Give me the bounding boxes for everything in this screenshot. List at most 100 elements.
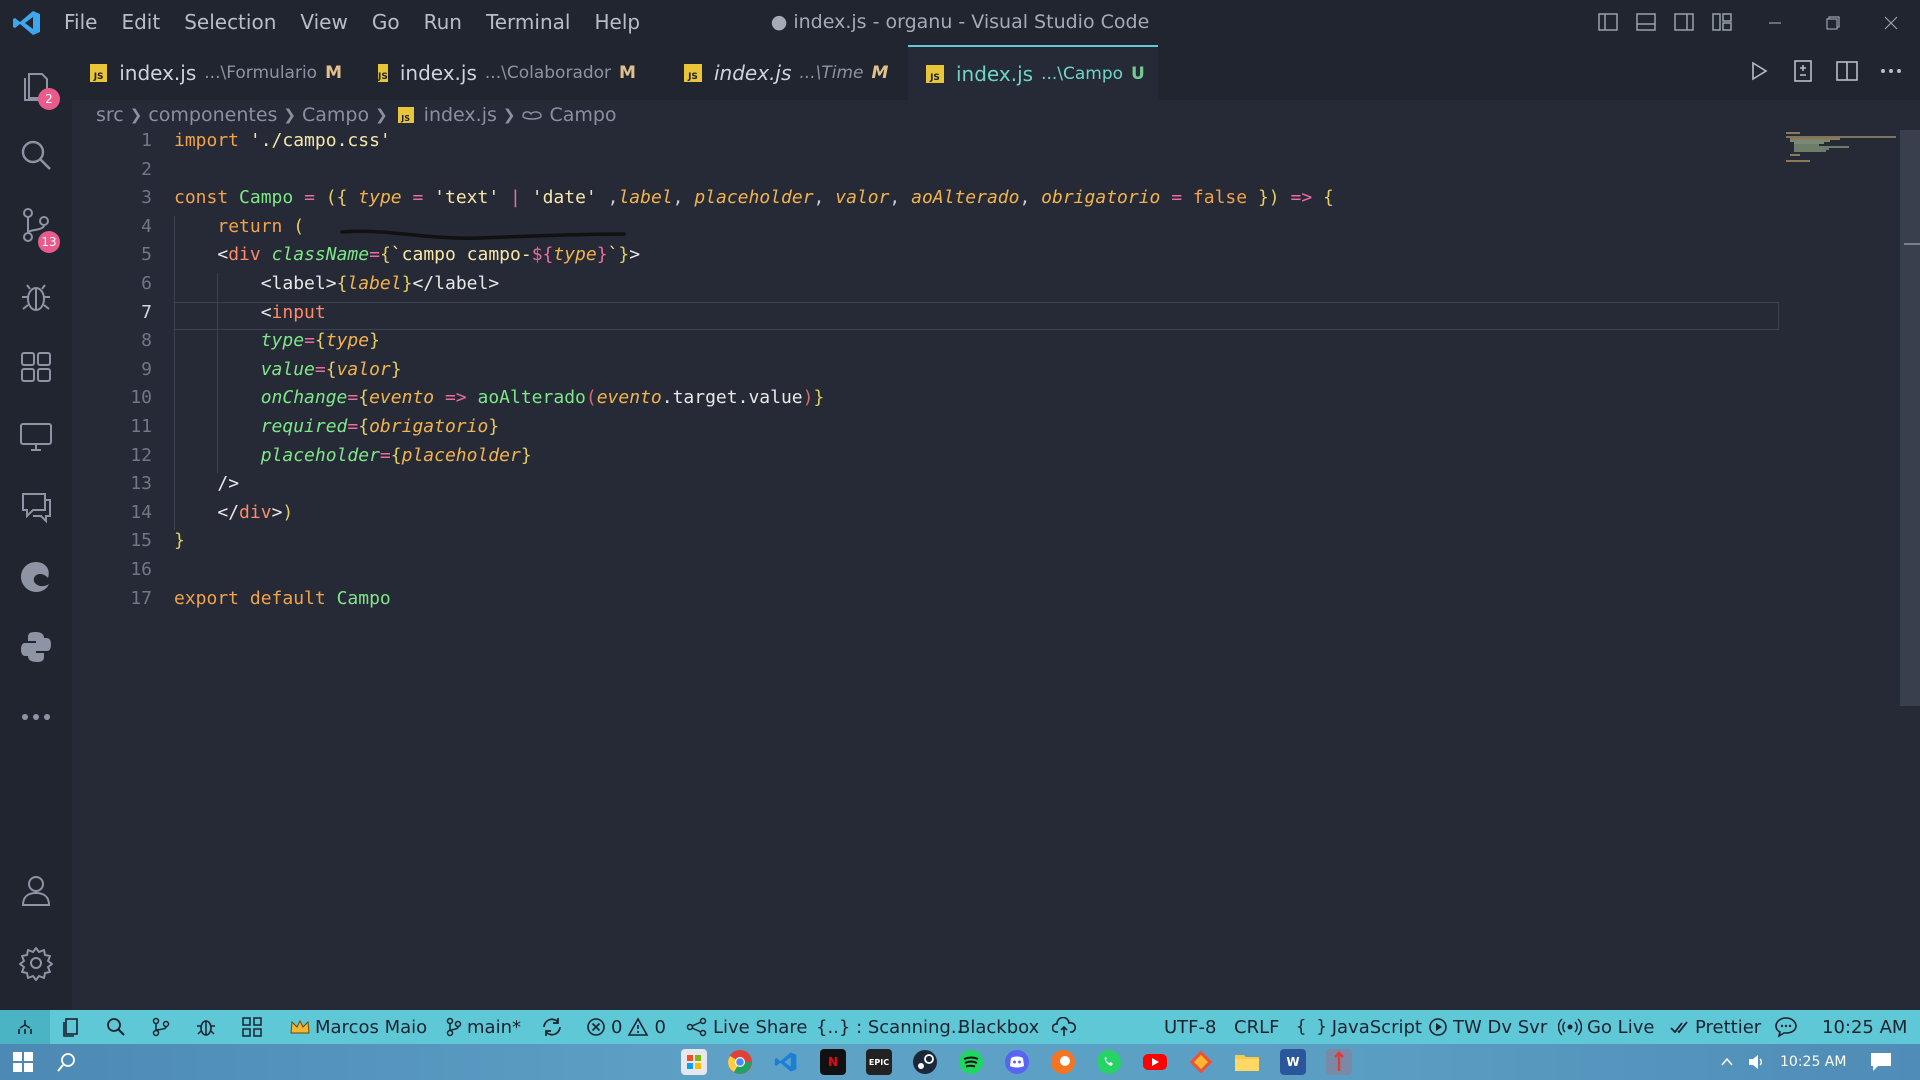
customize-layout-icon[interactable] xyxy=(1710,10,1734,34)
accounts-button[interactable] xyxy=(0,860,72,920)
line-number[interactable]: 10 xyxy=(72,387,152,416)
python-button[interactable] xyxy=(0,617,72,677)
netflix-icon[interactable]: N xyxy=(820,1049,846,1075)
file-explorer-icon[interactable] xyxy=(1234,1049,1260,1075)
line-number[interactable]: 3 xyxy=(72,187,152,216)
status-branch[interactable]: main* xyxy=(446,1010,521,1044)
line-number[interactable]: 9 xyxy=(72,359,152,388)
minimap[interactable] xyxy=(1782,130,1902,190)
active-app-icon[interactable] xyxy=(1326,1049,1352,1075)
toggle-panel-icon[interactable] xyxy=(1634,10,1658,34)
toggle-secondary-sidebar-icon[interactable] xyxy=(1672,10,1696,34)
menu-edit[interactable]: Edit xyxy=(109,0,172,45)
status-scanning[interactable]: {..} : Scanning.. xyxy=(816,1010,962,1044)
comments-button[interactable] xyxy=(0,477,72,537)
line-number[interactable]: 17 xyxy=(72,588,152,617)
code-line[interactable]: import './campo.css' xyxy=(174,130,1794,159)
line-number[interactable]: 6 xyxy=(72,273,152,302)
system-tray-icon[interactable] xyxy=(1720,1049,1734,1075)
search-button[interactable] xyxy=(0,125,72,185)
status-cloud-button[interactable] xyxy=(1052,1010,1076,1044)
status-source-control-button[interactable] xyxy=(152,1010,170,1044)
code-line[interactable]: } xyxy=(174,530,1794,559)
line-number[interactable]: 4 xyxy=(72,216,152,245)
line-number[interactable]: 16 xyxy=(72,559,152,588)
run-debug-button[interactable] xyxy=(0,267,72,327)
explorer-button[interactable]: 2 xyxy=(0,55,72,115)
menu-run[interactable]: Run xyxy=(412,0,474,45)
microsoft-store-icon[interactable] xyxy=(681,1049,707,1075)
code-line[interactable]: placeholder={placeholder} xyxy=(174,444,1794,474)
crunchyroll-icon[interactable] xyxy=(1050,1049,1076,1075)
notification-center-icon[interactable] xyxy=(1868,1049,1894,1075)
status-sync-button[interactable] xyxy=(541,1010,563,1044)
taskbar-clock[interactable]: 10:25 AM xyxy=(1780,1044,1846,1080)
line-number[interactable]: 5 xyxy=(72,244,152,273)
git-app-icon[interactable] xyxy=(1188,1049,1214,1075)
menu-view[interactable]: View xyxy=(288,0,359,45)
menu-selection[interactable]: Selection xyxy=(172,0,288,45)
breadcrumb-componentes[interactable]: componentes xyxy=(148,104,277,126)
source-control-button[interactable]: 13 xyxy=(0,195,72,255)
tab-campo[interactable]: JS index.js ...\Campo U xyxy=(908,45,1158,100)
line-number[interactable]: 2 xyxy=(72,159,152,188)
status-copy-button[interactable] xyxy=(62,1010,80,1044)
line-number[interactable]: 15 xyxy=(72,530,152,559)
status-encoding[interactable]: UTF-8 xyxy=(1164,1010,1216,1044)
status-prettier[interactable]: Prettier xyxy=(1670,1010,1761,1044)
status-feedback-button[interactable] xyxy=(1774,1010,1798,1044)
breadcrumb-symbol[interactable]: Campo xyxy=(549,104,616,126)
code-line[interactable]: const Campo = ({ type = 'text' | 'date' … xyxy=(174,187,1794,216)
line-number[interactable]: 12 xyxy=(72,445,152,474)
vertical-scrollbar[interactable] xyxy=(1900,130,1920,706)
line-number[interactable]: 7 xyxy=(72,302,152,331)
menu-file[interactable]: File xyxy=(52,0,109,45)
volume-icon[interactable] xyxy=(1748,1049,1766,1075)
toggle-primary-sidebar-icon[interactable] xyxy=(1596,10,1620,34)
extensions-button[interactable] xyxy=(0,337,72,397)
status-extensions-button[interactable] xyxy=(242,1010,262,1044)
tab-formulario[interactable]: JS index.js ...\Formulario M xyxy=(72,45,342,100)
breadcrumb-src[interactable]: src xyxy=(96,104,124,126)
status-time[interactable]: 10:25 AM xyxy=(1822,1010,1907,1044)
windows-start-icon[interactable] xyxy=(10,1049,36,1075)
status-problems[interactable]: 00 xyxy=(586,1010,666,1044)
open-changes-icon[interactable] xyxy=(1790,58,1816,84)
vscode-taskbar-icon[interactable] xyxy=(773,1049,799,1075)
code-line[interactable]: <div className={`campo campo-${type}`}> xyxy=(174,244,1794,273)
code-line[interactable]: required={obrigatorio} xyxy=(174,415,1794,445)
code-area[interactable]: import './campo.css' const Campo = ({ ty… xyxy=(174,130,1794,616)
remote-explorer-button[interactable] xyxy=(0,407,72,467)
close-icon[interactable] xyxy=(1862,0,1920,45)
word-icon[interactable]: W xyxy=(1280,1049,1306,1075)
whatsapp-icon[interactable] xyxy=(1096,1049,1122,1075)
status-tw-dev-server[interactable]: TW Dv Svr xyxy=(1428,1010,1547,1044)
code-line[interactable] xyxy=(174,159,1794,188)
code-editor[interactable]: 1 2 3 4 5 6 7 8 9 10 11 12 13 14 15 16 17 import './camp… xyxy=(72,130,1902,1010)
line-number[interactable]: 11 xyxy=(72,416,152,445)
menu-go[interactable]: Go xyxy=(360,0,412,45)
code-line-current[interactable]: <input xyxy=(174,301,1779,331)
code-line[interactable]: export default Campo xyxy=(174,588,1794,617)
code-line[interactable]: onChange={evento => aoAlterado(evento.ta… xyxy=(174,387,1794,416)
line-number[interactable]: 14 xyxy=(72,502,152,531)
taskbar-search-icon[interactable] xyxy=(54,1049,80,1075)
youtube-icon[interactable] xyxy=(1142,1049,1168,1075)
restore-icon[interactable] xyxy=(1804,0,1862,45)
code-line[interactable]: value={valor} xyxy=(174,358,1794,388)
status-account[interactable]: Marcos Maio xyxy=(290,1010,427,1044)
line-number[interactable]: 1 xyxy=(72,130,152,159)
line-number[interactable]: 13 xyxy=(72,473,152,502)
more-actions-icon[interactable] xyxy=(1878,58,1904,84)
menu-help[interactable]: Help xyxy=(582,0,652,45)
epic-games-icon[interactable]: EPIC xyxy=(866,1049,892,1075)
remote-indicator[interactable] xyxy=(0,1010,50,1044)
steam-icon[interactable] xyxy=(912,1049,938,1075)
tab-colaborador[interactable]: JS index.js ...\Colaborador M xyxy=(360,45,636,100)
more-views-button[interactable] xyxy=(0,687,72,747)
status-language[interactable]: { } JavaScript xyxy=(1296,1010,1422,1044)
code-line[interactable]: /> xyxy=(174,473,1794,502)
breadcrumb-file[interactable]: index.js xyxy=(424,104,497,126)
edge-devtools-button[interactable] xyxy=(0,547,72,607)
chrome-icon[interactable] xyxy=(727,1049,753,1075)
